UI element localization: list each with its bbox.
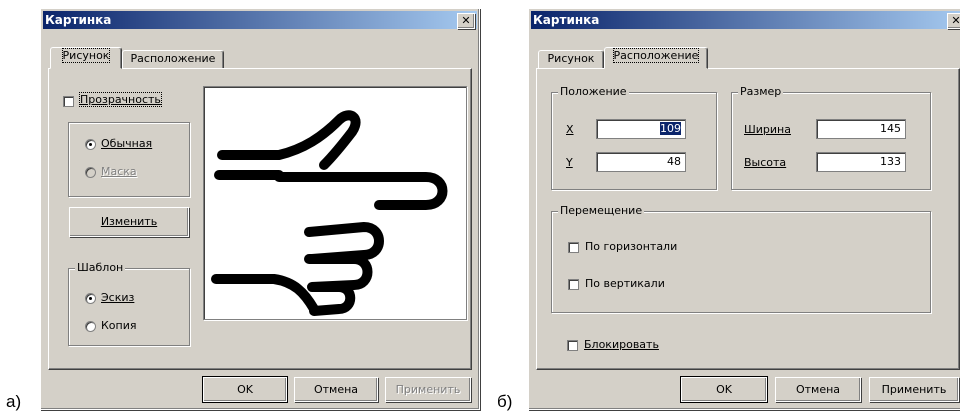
height-input[interactable]: 133	[816, 152, 906, 172]
ok-button[interactable]: OK	[202, 376, 288, 403]
move-group-title: Перемещение	[558, 204, 645, 217]
position-group: Положение X 109 Y 48	[551, 85, 717, 190]
tab-picture[interactable]: Рисунок	[50, 47, 122, 69]
position-group-title: Положение	[558, 85, 629, 98]
horizontal-checkbox[interactable]	[568, 242, 579, 253]
template-group: Шаблон Эскиз Копия	[68, 261, 190, 346]
window-title: Картинка	[533, 13, 600, 27]
vertical-label[interactable]: По вертикали	[585, 277, 665, 290]
tab-panel: Прозрачность Обычная Маска Изменить Шабл…	[48, 68, 472, 370]
caption-a: а)	[6, 392, 22, 411]
y-label: Y	[566, 156, 573, 169]
change-button[interactable]: Изменить	[69, 207, 189, 237]
window-title: Картинка	[45, 13, 112, 27]
close-icon: ✕	[461, 14, 471, 27]
radio-normal[interactable]	[85, 139, 96, 150]
height-label: Высота	[744, 156, 787, 169]
pointing-hand-icon	[211, 110, 448, 316]
dialog-picture-a: Картинка ✕ Рисунок Расположение Прозрачн…	[40, 8, 480, 410]
width-label: Ширина	[744, 123, 791, 136]
radio-copy-label[interactable]: Копия	[101, 319, 137, 332]
cancel-button[interactable]: Отмена	[294, 377, 378, 402]
radio-copy[interactable]	[85, 321, 96, 332]
apply-button[interactable]: Применить	[385, 377, 471, 402]
tab-label: Рисунок	[547, 52, 595, 65]
close-button[interactable]: ✕	[947, 13, 960, 29]
title-bar: Картинка ✕	[531, 11, 960, 29]
transparency-checkbox[interactable]	[63, 96, 74, 107]
tab-layout[interactable]: Расположение	[122, 50, 224, 69]
template-group-title: Шаблон	[75, 261, 126, 274]
title-bar: Картинка ✕	[43, 11, 477, 29]
close-icon: ✕	[951, 14, 960, 27]
cancel-button[interactable]: Отмена	[775, 377, 861, 402]
tab-label: Рисунок	[61, 48, 111, 63]
transparency-label[interactable]: Прозрачность	[79, 92, 162, 107]
x-label: X	[566, 123, 574, 136]
horizontal-label[interactable]: По горизонтали	[585, 240, 677, 253]
tab-layout[interactable]: Расположение	[604, 47, 708, 69]
close-button[interactable]: ✕	[457, 13, 475, 29]
caption-b: б)	[497, 392, 513, 411]
radio-sketch[interactable]	[85, 293, 96, 304]
mode-group: Обычная Маска	[68, 122, 190, 197]
size-group-title: Размер	[738, 85, 784, 98]
ok-button[interactable]: OK	[680, 376, 768, 403]
apply-button[interactable]: Применить	[869, 377, 959, 402]
image-preview	[203, 86, 467, 320]
width-input[interactable]: 145	[816, 119, 906, 139]
vertical-checkbox[interactable]	[568, 279, 579, 290]
radio-normal-label[interactable]: Обычная	[101, 137, 152, 150]
dialog-picture-b: Картинка ✕ Рисунок Расположение Положени…	[528, 8, 960, 410]
tab-picture[interactable]: Рисунок	[538, 50, 604, 69]
size-group: Размер Ширина 145 Высота 133	[731, 85, 931, 190]
tab-panel: Положение X 109 Y 48 Размер Ширина 145 В…	[536, 68, 960, 370]
lock-checkbox[interactable]	[567, 340, 578, 351]
radio-mask[interactable]	[85, 167, 96, 178]
lock-label[interactable]: Блокировать	[584, 338, 659, 351]
y-input[interactable]: 48	[596, 152, 686, 172]
move-group: Перемещение По горизонтали По вертикали	[551, 204, 931, 313]
tab-label: Расположение	[612, 48, 700, 63]
x-input[interactable]: 109	[596, 119, 686, 139]
tab-label: Расположение	[130, 52, 216, 65]
radio-sketch-label[interactable]: Эскиз	[101, 291, 134, 304]
radio-mask-label[interactable]: Маска	[101, 165, 137, 178]
